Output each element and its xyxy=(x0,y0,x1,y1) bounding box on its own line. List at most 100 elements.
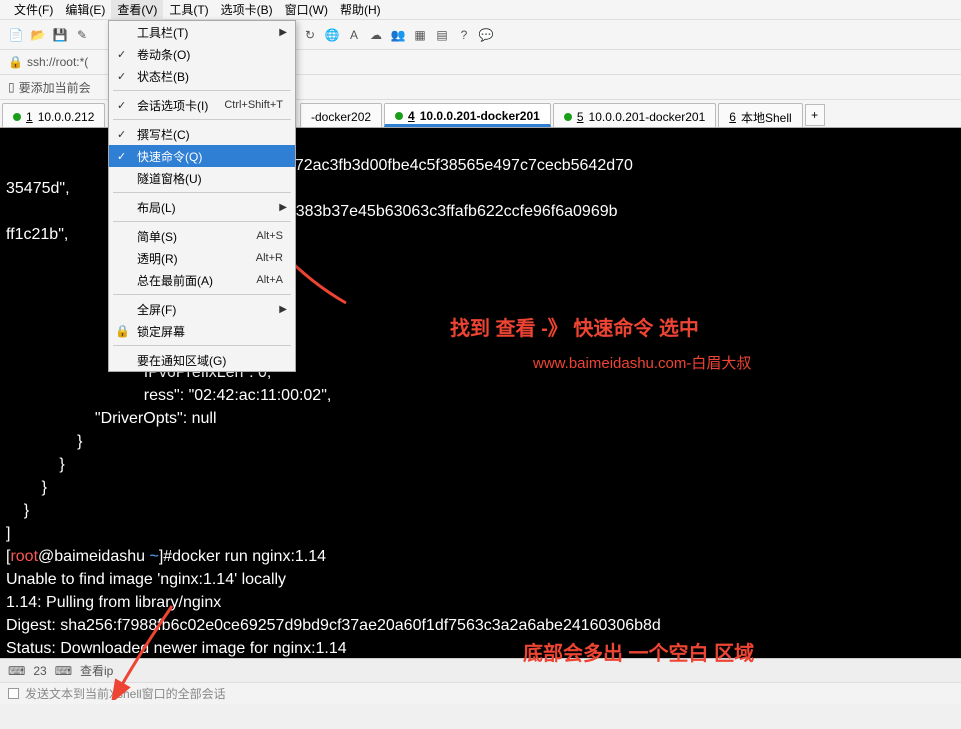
quick-command-bar: ⌨ 23 ⌨ 查看ip xyxy=(0,658,961,682)
terminal-icon: ⌨ xyxy=(55,664,72,678)
check-icon: ✓ xyxy=(117,128,126,141)
submenu-arrow-icon: ▶ xyxy=(279,27,287,38)
mi-toolbar[interactable]: 工具栏(T)▶ xyxy=(109,21,295,43)
term-line: 35475d", xyxy=(6,180,70,197)
check-icon: ✓ xyxy=(117,48,126,61)
view-menu-dropdown: 工具栏(T)▶ ✓卷动条(O) ✓状态栏(B) ✓会话选项卡(I)Ctrl+Sh… xyxy=(108,20,296,372)
layout-icon[interactable]: ▤ xyxy=(434,27,450,43)
mi-layout[interactable]: 布局(L)▶ xyxy=(109,196,295,218)
term-line: } xyxy=(6,433,82,450)
cloud-icon[interactable]: ☁ xyxy=(368,27,384,43)
mi-ontop[interactable]: 总在最前面(A)Alt+A xyxy=(109,269,295,291)
menu-separator xyxy=(113,192,291,193)
term-line: } xyxy=(6,479,47,496)
check-icon: ✓ xyxy=(117,70,126,83)
grid-icon[interactable]: ▦ xyxy=(412,27,428,43)
submenu-arrow-icon: ▶ xyxy=(279,304,287,315)
menu-separator xyxy=(113,90,291,91)
menu-edit[interactable]: 编辑(E) xyxy=(59,0,111,20)
menu-separator xyxy=(113,119,291,120)
lock-icon: 🔒 xyxy=(115,324,130,338)
prompt: [root@baimeidashu ~]#docker run nginx:1.… xyxy=(6,548,326,565)
tab-index: 1 xyxy=(26,110,33,124)
address-text[interactable]: ssh://root:*( xyxy=(27,55,88,69)
tab-5[interactable]: 5 10.0.0.201-docker201 xyxy=(553,103,716,127)
lookup-ip-button[interactable]: 查看ip xyxy=(80,662,113,679)
tab-label: -docker202 xyxy=(311,110,371,124)
reload-icon[interactable]: ↻ xyxy=(302,27,318,43)
terminal-icon: ⌨ xyxy=(8,664,25,678)
tab-index: 5 xyxy=(577,110,584,124)
term-line: ntID": "47f4d65b6d72383b37e45b63063c3ffa… xyxy=(6,203,618,220)
send-all-row: 发送文本到当前Xshell窗口的全部会话 xyxy=(0,682,961,704)
save-icon[interactable]: 💾 xyxy=(52,27,68,43)
term-out: Unable to find image 'nginx:1.14' locall… xyxy=(6,571,286,588)
status-dot-icon xyxy=(564,113,572,121)
status-dot-icon xyxy=(13,113,21,121)
tab-6[interactable]: 6 本地Shell xyxy=(718,103,802,127)
term-line: } xyxy=(6,456,65,473)
bookmark-icon: ▯ xyxy=(8,80,15,94)
menu-file[interactable]: 文件(F) xyxy=(8,0,59,20)
tab-index: 4 xyxy=(408,109,415,123)
mi-notify-area[interactable]: 要在通知区域(G) xyxy=(109,349,295,371)
tab-label: 本地Shell xyxy=(741,109,792,126)
menu-separator xyxy=(113,294,291,295)
submenu-arrow-icon: ▶ xyxy=(279,202,287,213)
people-icon[interactable]: 👥 xyxy=(390,27,406,43)
mi-lock[interactable]: 🔒锁定屏幕 xyxy=(109,320,295,342)
mi-tunnel[interactable]: 隧道窗格(U) xyxy=(109,167,295,189)
menu-tools[interactable]: 工具(T) xyxy=(163,0,214,20)
send-all-checkbox[interactable] xyxy=(8,688,19,699)
menubar: 文件(F) 编辑(E) 查看(V) 工具(T) 选项卡(B) 窗口(W) 帮助(… xyxy=(0,0,961,20)
help-icon[interactable]: ? xyxy=(456,27,472,43)
annotation-watermark: www.baimeidashu.com-白眉大叔 xyxy=(533,352,751,373)
check-icon: ✓ xyxy=(117,150,126,163)
term-line: ] xyxy=(6,525,10,542)
mi-transparent[interactable]: 透明(R)Alt+R xyxy=(109,247,295,269)
send-all-label: 发送文本到当前Xshell窗口的全部会话 xyxy=(25,685,226,702)
tab-1[interactable]: 1 10.0.0.212 xyxy=(2,103,105,127)
add-current-text[interactable]: 要添加当前会 xyxy=(19,79,91,96)
menu-tabs[interactable]: 选项卡(B) xyxy=(215,0,279,20)
globe-icon[interactable]: 🌐 xyxy=(324,27,340,43)
edit-icon[interactable]: ✎ xyxy=(74,27,90,43)
mi-quick-command[interactable]: ✓快速命令(Q) xyxy=(109,145,295,167)
term-out: Status: Downloaded newer image for nginx… xyxy=(6,640,347,657)
tab-label: 10.0.0.201-docker201 xyxy=(420,109,540,123)
term-line: kID": "a67a559086d172ac3fb3d00fbe4c5f385… xyxy=(6,157,633,174)
open-icon[interactable]: 📂 xyxy=(30,27,46,43)
menu-view[interactable]: 查看(V) xyxy=(111,0,163,20)
mi-session-tabs[interactable]: ✓会话选项卡(I)Ctrl+Shift+T xyxy=(109,94,295,116)
mi-fullscreen[interactable]: 全屏(F)▶ xyxy=(109,298,295,320)
tab-index: 6 xyxy=(729,110,736,124)
check-icon: ✓ xyxy=(117,99,126,112)
term-out: 1.14: Pulling from library/nginx xyxy=(6,594,221,611)
mi-scrollbar[interactable]: ✓卷动条(O) xyxy=(109,43,295,65)
menu-help[interactable]: 帮助(H) xyxy=(334,0,387,20)
status-num: 23 xyxy=(33,664,46,678)
tab-3-partial[interactable]: -docker202 xyxy=(300,103,382,127)
annotation-1: 找到 查看 -》 快速命令 选中 xyxy=(450,312,699,341)
mi-statusbar[interactable]: ✓状态栏(B) xyxy=(109,65,295,87)
menu-window[interactable]: 窗口(W) xyxy=(279,0,334,20)
lock-icon: 🔒 xyxy=(8,55,23,69)
term-line: ff1c21b", xyxy=(6,226,68,243)
status-dot-icon xyxy=(395,112,403,120)
tab-4[interactable]: 4 10.0.0.201-docker201 xyxy=(384,103,551,127)
tab-label: 10.0.0.201-docker201 xyxy=(589,110,706,124)
annotation-2: 底部会多出 一个空白 区域 xyxy=(523,637,754,666)
term-line: } xyxy=(6,502,29,519)
new-tab-button[interactable]: + xyxy=(805,104,825,126)
term-line: ress": "02:42:ac:11:00:02", xyxy=(6,387,331,404)
menu-separator xyxy=(113,221,291,222)
font-icon[interactable]: A xyxy=(346,27,362,43)
chat-icon[interactable]: 💬 xyxy=(478,27,494,43)
mi-compose[interactable]: ✓撰写栏(C) xyxy=(109,123,295,145)
new-icon[interactable]: 📄 xyxy=(8,27,24,43)
term-out: Digest: sha256:f7988fb6c02e0ce69257d9bd9… xyxy=(6,617,661,634)
mi-simple[interactable]: 简单(S)Alt+S xyxy=(109,225,295,247)
term-line: "DriverOpts": null xyxy=(6,410,217,427)
tab-label: 10.0.0.212 xyxy=(38,110,95,124)
menu-separator xyxy=(113,345,291,346)
